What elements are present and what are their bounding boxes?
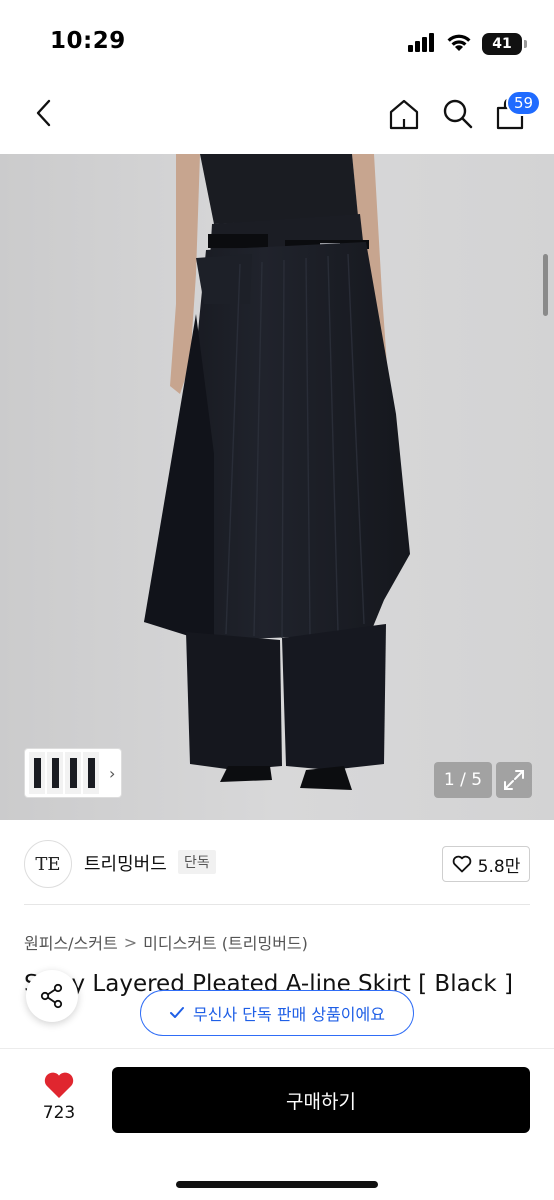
thumbnail-2[interactable]: [47, 752, 63, 794]
thumbnail-3[interactable]: [65, 752, 81, 794]
search-button[interactable]: [438, 94, 478, 134]
exclusive-banner-text: 무신사 단독 판매 상품이에요: [193, 1005, 385, 1024]
wifi-icon: [446, 32, 472, 56]
image-counter: 1 / 5: [434, 762, 492, 798]
check-icon: [170, 1007, 185, 1018]
heart-filled-icon: [44, 1072, 74, 1098]
thumbnail-4[interactable]: [83, 752, 99, 794]
status-time: 10:29: [50, 28, 126, 54]
share-button[interactable]: [26, 970, 78, 1022]
battery-icon: 41: [482, 33, 527, 55]
cellular-signal-icon: [408, 32, 436, 56]
product-like-count: 723: [42, 1103, 76, 1123]
chevron-right-icon[interactable]: ›: [109, 764, 115, 783]
brand-row: TE 트리밍버드 단독 5.8만: [0, 830, 554, 894]
product-image[interactable]: [0, 154, 554, 820]
exclusive-tag: 단독: [178, 850, 216, 874]
breadcrumb-category[interactable]: 원피스/스커트: [24, 930, 118, 954]
cart-count-badge: 59: [506, 90, 542, 116]
gallery-thumbnails[interactable]: ›: [24, 748, 122, 798]
heart-outline-icon: [452, 855, 471, 873]
breadcrumb: 원피스/스커트 > 미디스커트 (트리밍버드): [24, 930, 308, 954]
brand-logo[interactable]: TE: [24, 840, 72, 888]
chevron-left-icon: [36, 99, 51, 127]
top-nav-bar: [0, 80, 554, 154]
bottom-action-bar: 723 구매하기: [0, 1048, 554, 1200]
brand-like-button[interactable]: 5.8만: [442, 846, 530, 882]
brand-like-count: 5.8만: [477, 856, 521, 877]
home-button[interactable]: [384, 94, 424, 134]
product-photo: [0, 154, 554, 820]
search-icon: [443, 99, 473, 129]
product-like-button[interactable]: 723: [30, 1071, 88, 1123]
expand-button[interactable]: [496, 762, 532, 798]
divider: [24, 904, 530, 905]
home-icon: [389, 99, 419, 130]
scroll-indicator: [543, 254, 548, 316]
home-indicator: [176, 1181, 378, 1188]
status-icons: 41: [408, 32, 527, 56]
back-button[interactable]: [28, 96, 58, 130]
thumbnail-1[interactable]: [29, 752, 45, 794]
breadcrumb-separator: >: [123, 932, 138, 952]
buy-button[interactable]: 구매하기: [112, 1067, 530, 1133]
expand-icon: [504, 770, 524, 790]
status-bar: 10:29 41: [0, 0, 554, 80]
breadcrumb-subcategory[interactable]: 미디스커트 (트리밍버드): [143, 930, 308, 954]
share-icon: [40, 983, 63, 1009]
exclusive-banner: 무신사 단독 판매 상품이에요: [140, 990, 414, 1036]
brand-name[interactable]: 트리밍버드: [84, 850, 167, 876]
